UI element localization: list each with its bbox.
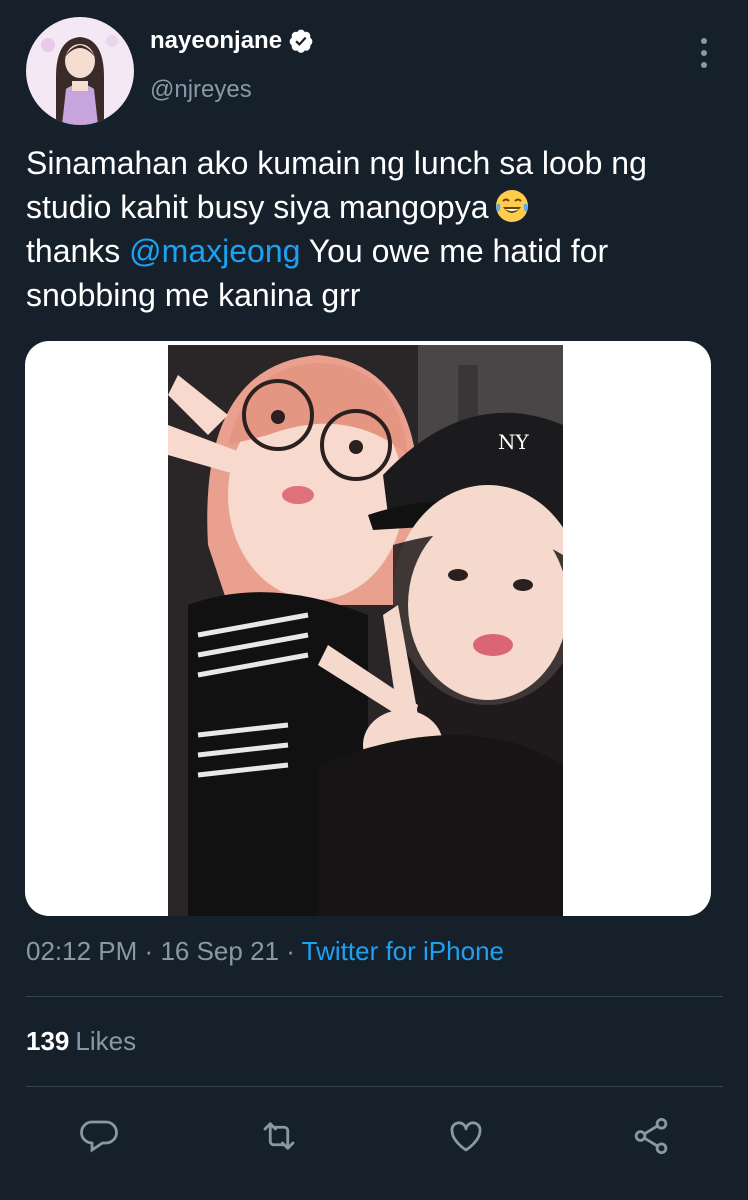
- selfie-photo: NY: [168, 345, 563, 916]
- heart-icon[interactable]: [445, 1115, 487, 1157]
- divider: [26, 1086, 723, 1087]
- share-icon[interactable]: [630, 1115, 672, 1157]
- tweet-text-thanks: thanks: [26, 233, 121, 269]
- tweet-date: 16 Sep 21: [160, 936, 279, 966]
- face-with-tears-of-joy-icon: [494, 188, 530, 224]
- vertical-ellipsis-icon[interactable]: [696, 36, 712, 70]
- tweet-media[interactable]: NY: [25, 341, 711, 916]
- meta-separator: ·: [144, 936, 154, 966]
- likes-label: Likes: [75, 1026, 137, 1056]
- author-handle[interactable]: @njreyes: [150, 76, 252, 104]
- author-name-row[interactable]: nayeonjane: [150, 27, 314, 55]
- tweet-source-link[interactable]: Twitter for iPhone: [302, 936, 504, 966]
- tweet-meta: 02:12 PM · 16 Sep 21 · Twitter for iPhon…: [26, 936, 504, 967]
- mention-link[interactable]: @maxjeong: [129, 233, 300, 269]
- verified-badge-icon: [288, 28, 314, 54]
- likes-stat[interactable]: 139 Likes: [26, 1026, 136, 1057]
- likes-count: 139: [26, 1026, 70, 1056]
- reply-icon[interactable]: [78, 1115, 120, 1157]
- meta-separator: ·: [286, 936, 295, 966]
- divider: [26, 996, 723, 997]
- retweet-icon[interactable]: [258, 1115, 300, 1157]
- tweet-text: Sinamahan ako kumain ng lunch sa loob ng…: [26, 141, 726, 317]
- svg-text:NY: NY: [498, 430, 530, 454]
- tweet-time: 02:12 PM: [26, 936, 138, 966]
- avatar[interactable]: [26, 17, 134, 125]
- tweet-text-main: Sinamahan ako kumain ng lunch sa loob ng…: [26, 145, 647, 225]
- display-name[interactable]: nayeonjane: [150, 27, 282, 55]
